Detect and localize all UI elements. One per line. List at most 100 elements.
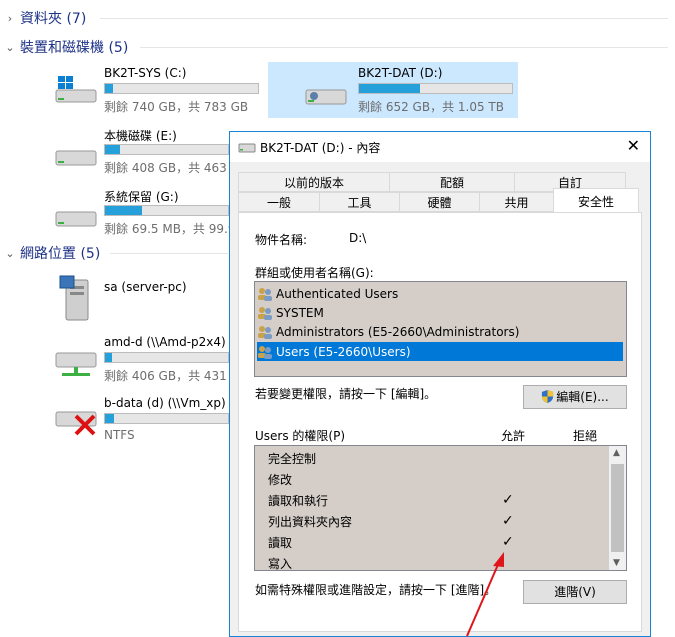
permission-name: 完全控制 [268, 452, 317, 466]
drive-c[interactable]: BK2T-SYS (C:) 剩餘 740 GB，共 783 GB [50, 64, 265, 116]
allow-check-icon: ✓ [502, 513, 514, 529]
usage-bar [104, 352, 229, 363]
hard-drive-icon [305, 89, 347, 105]
usage-fill [105, 145, 120, 154]
chevron-right-icon: › [7, 11, 13, 25]
tab-previous-versions[interactable]: 以前的版本 [238, 172, 390, 192]
hard-drive-icon [55, 150, 97, 166]
edit-button[interactable]: 編輯(E)... [523, 385, 627, 409]
usage-fill [105, 206, 142, 215]
list-item[interactable]: Authenticated Users [257, 284, 398, 303]
scroll-down-icon[interactable]: ▼ [613, 558, 620, 568]
properties-dialog: BK2T-DAT (D:) - 內容 ✕ 以前的版本 配額 自訂 一般 工具 硬… [229, 131, 651, 637]
list-item[interactable]: Administrators (E5-2660\Administrators) [257, 322, 519, 341]
user-name: Authenticated Users [276, 286, 399, 301]
user-name: Administrators (E5-2660\Administrators) [276, 324, 520, 339]
group-label: 裝置和磁碟機 (5) [20, 40, 129, 56]
network-name: amd-d (\\Amd-p2x4) [104, 335, 226, 349]
object-name-value: D:\ [349, 231, 367, 245]
usage-fill [105, 353, 113, 362]
user-name: SYSTEM [276, 305, 324, 320]
permission-row: 讀取 [268, 533, 292, 552]
permission-list[interactable]: 完全控制 修改 讀取和執行 列出資料夾內容 讀取 寫入 ✓ ✓ ✓ ▲ ▼ [254, 445, 627, 571]
usage-bar [104, 83, 259, 94]
tab-quota[interactable]: 配額 [389, 172, 515, 192]
network-name: sa (server-pc) [104, 280, 187, 294]
chevron-down-icon: ⌄ [5, 246, 15, 260]
group-header-folders[interactable]: › 資料夾 (7) [0, 8, 86, 28]
allow-check-icon: ✓ [502, 492, 514, 508]
tab-sharing[interactable]: 共用 [479, 192, 554, 212]
permission-name: 寫入 [268, 557, 293, 571]
group-header-network[interactable]: ⌄ 網路位置 (5) [0, 243, 100, 263]
permission-row: 完全控制 [268, 449, 316, 468]
user-list[interactable]: Authenticated Users SYSTEM Administrator… [254, 281, 627, 377]
drive-d[interactable]: BK2T-DAT (D:) 剩餘 652 GB，共 1.05 TB [304, 64, 519, 116]
permission-row: 讀取和執行 [268, 491, 328, 510]
permission-row: 修改 [268, 470, 292, 489]
network-name: b-data (d) (\\Vm_xp) [104, 396, 226, 410]
allow-header: 允許 [501, 429, 526, 443]
permission-row: 列出資料夾內容 [268, 512, 352, 531]
drive-info: 剩餘 408 GB，共 463 G [104, 161, 240, 175]
usage-fill [359, 84, 421, 93]
users-icon [257, 325, 273, 339]
usage-bar [358, 83, 513, 94]
list-item-selected[interactable]: Users (E5-2660\Users) [257, 342, 623, 361]
permission-name: 讀取和執行 [268, 494, 329, 508]
users-icon [257, 345, 273, 359]
drive-name: BK2T-SYS (C:) [104, 66, 187, 80]
scroll-up-icon[interactable]: ▲ [613, 448, 620, 458]
usage-bar [104, 413, 229, 424]
title-bar[interactable]: BK2T-DAT (D:) - 內容 ✕ [230, 132, 650, 162]
object-name-label: 物件名稱: [255, 233, 308, 247]
scroll-thumb[interactable] [611, 464, 624, 552]
drive-name: BK2T-DAT (D:) [358, 66, 443, 80]
network-drive-icon [55, 352, 97, 376]
windows-drive-icon [55, 76, 97, 103]
close-button[interactable]: ✕ [627, 136, 640, 155]
tab-security[interactable]: 安全性 [553, 188, 639, 214]
allow-check-icon: ✓ [502, 534, 514, 550]
permission-name: 修改 [268, 473, 293, 487]
usage-bar [104, 205, 229, 216]
scrollbar[interactable]: ▲ ▼ [609, 446, 626, 570]
group-label: 資料夾 (7) [20, 11, 87, 27]
disconnected-drive-icon [55, 411, 97, 436]
drive-g[interactable]: 系統保留 (G:) 剩餘 69.5 MB，共 99.9 [50, 186, 235, 238]
list-item[interactable]: SYSTEM [257, 303, 324, 322]
divider [110, 253, 228, 254]
annotation-arrow [466, 552, 504, 637]
permission-name: 讀取 [268, 536, 293, 550]
permission-name: 列出資料夾內容 [268, 515, 353, 529]
usage-fill [105, 84, 113, 93]
tab-hardware[interactable]: 硬體 [399, 192, 480, 212]
usage-bar [104, 144, 229, 155]
dialog-title: BK2T-DAT (D:) - 內容 [260, 141, 381, 155]
chevron-down-icon: ⌄ [5, 40, 15, 54]
drive-name: 系統保留 (G:) [104, 190, 179, 204]
users-icon [257, 306, 273, 320]
permissions-label: Users 的權限(P) [255, 429, 346, 443]
tab-tools[interactable]: 工具 [319, 192, 400, 212]
drive-e[interactable]: 本機磁碟 (E:) 剩餘 408 GB，共 463 G [50, 125, 240, 177]
divider [140, 47, 668, 48]
network-drive-b-data[interactable]: b-data (d) (\\Vm_xp) NTFS [50, 394, 230, 446]
user-name: Users (E5-2660\Users) [276, 344, 411, 359]
drive-title-icon [238, 143, 256, 153]
group-header-devices[interactable]: ⌄ 裝置和磁碟機 (5) [0, 37, 128, 57]
tab-general[interactable]: 一般 [238, 192, 320, 212]
usage-fill [105, 414, 114, 423]
change-hint: 若要變更權限，請按一下 [編輯]。 [255, 387, 437, 401]
divider [100, 18, 668, 19]
server-icon [59, 275, 89, 321]
security-panel: 物件名稱: D:\ 群組或使用者名稱(G): Authenticated Use… [238, 212, 642, 632]
shield-icon [542, 390, 554, 403]
network-location-sa[interactable]: sa (server-pc) [50, 272, 230, 324]
drive-info: 剩餘 406 GB，共 431 G [104, 369, 240, 383]
advanced-button[interactable]: 進階(V) [523, 580, 627, 604]
permission-row: 寫入 [268, 554, 293, 571]
users-icon [257, 287, 273, 301]
network-drive-amd-d[interactable]: amd-d (\\Amd-p2x4) 剩餘 406 GB，共 431 G [50, 333, 240, 385]
drive-info: 剩餘 740 GB，共 783 GB [104, 100, 249, 114]
